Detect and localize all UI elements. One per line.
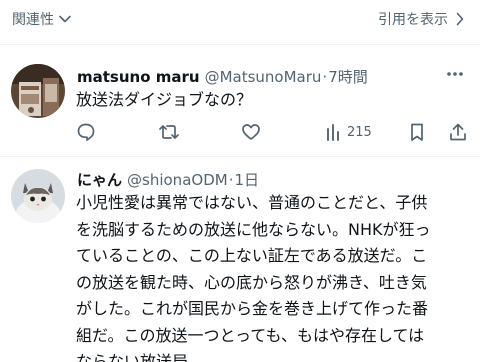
display-name[interactable]: matsuno maru: [77, 68, 200, 86]
user-handle[interactable]: @MatsunoMaru: [205, 68, 322, 86]
post-text: 放送法ダイジョブなの？: [76, 90, 253, 109]
views-icon: [327, 124, 339, 141]
user-handle[interactable]: @shionaODM: [127, 171, 228, 189]
reply-post[interactable]: にゃん @shionaODM · 1日 小児性愛は異常ではない、普通のことだと、…: [0, 157, 480, 362]
like-icon: [242, 124, 260, 140]
share-button[interactable]: [448, 122, 468, 142]
separator-dot: ·: [228, 171, 234, 189]
more-icon[interactable]: [444, 67, 466, 81]
bookmark-icon: [411, 123, 423, 141]
reply-button[interactable]: [76, 122, 96, 142]
reply-icon: [77, 123, 95, 141]
post-text: 小児性愛は異常ではない、普通のことだと、子供 を洗脳するための放送に他ならない。…: [76, 193, 431, 362]
bookmark-button[interactable]: [408, 122, 426, 142]
views-button[interactable]: 215: [325, 122, 372, 142]
timestamp[interactable]: 1日: [234, 169, 259, 190]
post-header: matsuno maru @MatsunoMaru · 7時間: [77, 66, 368, 87]
reply-post[interactable]: matsuno maru @MatsunoMaru · 7時間 放送法ダイジョブ…: [0, 0, 480, 156]
avatar[interactable]: [11, 169, 65, 223]
post-header: にゃん @shionaODM · 1日: [77, 169, 259, 190]
like-button[interactable]: [241, 122, 261, 142]
repost-button[interactable]: [158, 122, 180, 142]
action-bar: 215: [76, 122, 472, 144]
avatar[interactable]: [11, 64, 65, 118]
display-name[interactable]: にゃん: [77, 169, 122, 190]
view-count: 215: [347, 124, 372, 140]
repost-icon: [159, 125, 179, 139]
share-icon: [450, 123, 466, 141]
timestamp[interactable]: 7時間: [328, 66, 368, 87]
separator-dot: ·: [322, 68, 328, 86]
